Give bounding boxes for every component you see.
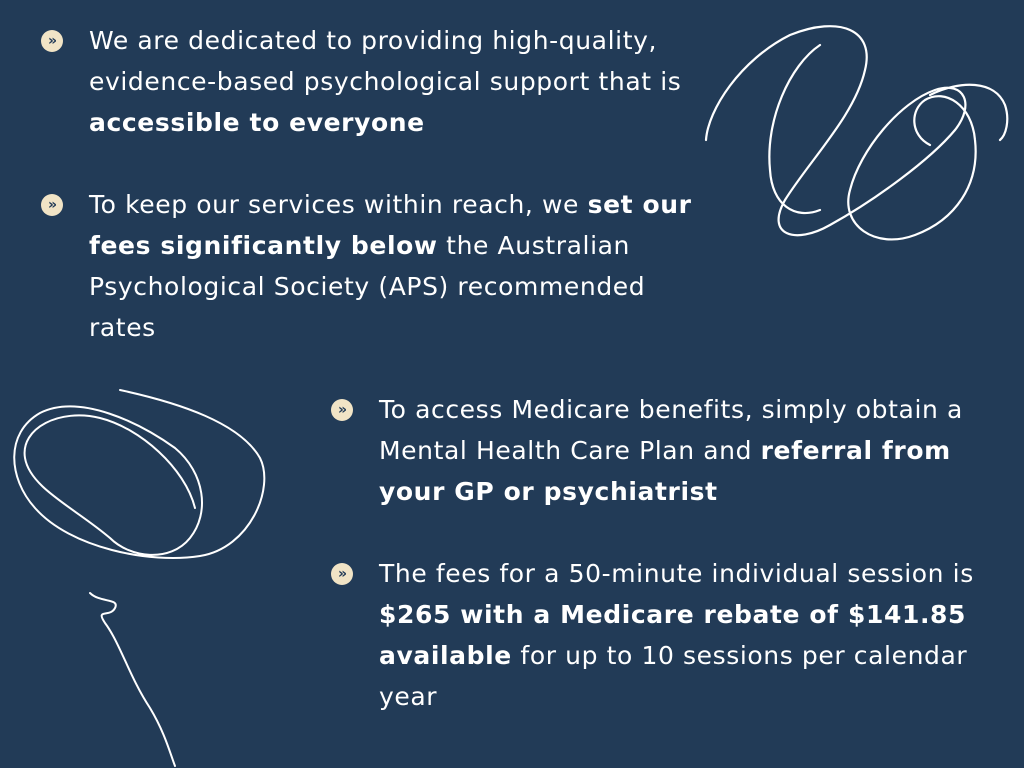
bullet-fees-below-aps: » To keep our services within reach, we … <box>41 184 701 348</box>
scribble-decoration-top-right <box>704 25 1009 241</box>
bullet-text: We are dedicated to providing high-quali… <box>89 26 682 137</box>
double-chevron-right-icon: » <box>41 194 63 216</box>
scribble-decoration-bottom-left <box>13 389 266 767</box>
bullet-session-fees: » The fees for a 50-minute individual se… <box>331 553 1011 717</box>
bullet-text: The fees for a 50-minute individual sess… <box>379 559 974 711</box>
double-chevron-right-icon: » <box>331 563 353 585</box>
bullet-accessibility: » We are dedicated to providing high-qua… <box>41 20 701 143</box>
double-chevron-right-icon: » <box>331 399 353 421</box>
bullet-medicare-access: » To access Medicare benefits, simply ob… <box>331 389 1011 512</box>
bullet-text: To keep our services within reach, we se… <box>89 190 692 342</box>
bullet-text: To access Medicare benefits, simply obta… <box>379 395 963 506</box>
double-chevron-right-icon: » <box>41 30 63 52</box>
